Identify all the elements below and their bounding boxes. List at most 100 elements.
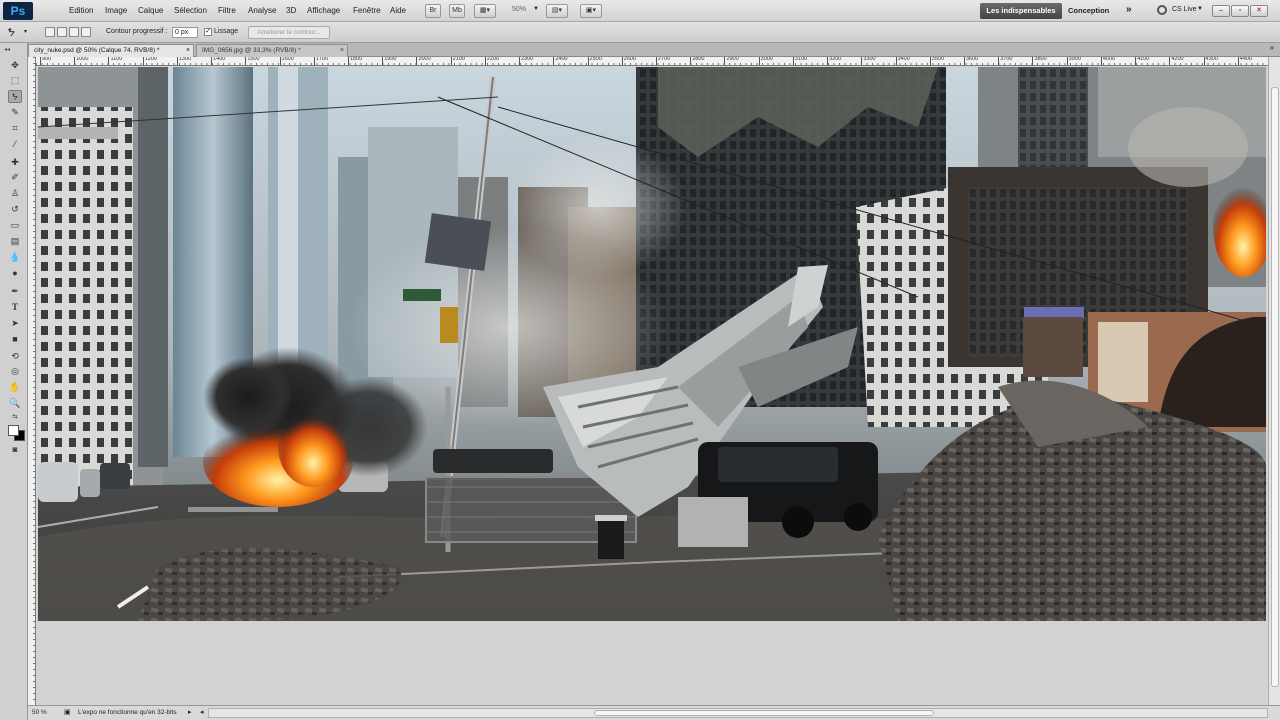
tab-close-icon[interactable]: × [340, 45, 344, 57]
menu-filtre[interactable]: Filtre [218, 6, 236, 15]
tab-close-icon[interactable]: × [186, 45, 190, 57]
document-image[interactable] [38, 67, 1266, 621]
eraser-tool-icon[interactable]: ▭ [8, 219, 22, 232]
menu-aide[interactable]: Aide [390, 6, 406, 15]
status-menu-arrow-icon[interactable]: ▸ [188, 708, 192, 716]
ruler-tick-label: 3400 [895, 57, 910, 65]
tab-city-nuke[interactable]: city_nuke.psd @ 50% (Calque 74, RVB/8) *… [28, 44, 194, 57]
history-brush-tool-icon[interactable]: ↺ [8, 203, 22, 216]
cs-live-icon[interactable] [1157, 5, 1167, 15]
status-zoom[interactable]: 50 % [32, 709, 47, 716]
menu-edition[interactable]: Edition [69, 6, 93, 15]
ruler-tick-label: 1700 [313, 57, 328, 65]
zoom-tool-icon[interactable]: 🔍 [8, 397, 22, 410]
menu-3d[interactable]: 3D [286, 6, 296, 15]
status-doc-icon[interactable]: ▣ [64, 708, 71, 716]
status-bar: 50 % ▣ L'expo ne fonctionne qu'en 32-bit… [28, 705, 1280, 720]
ruler-tick-label: 1000 [74, 57, 88, 65]
antialias-checkbox[interactable]: ✓ [204, 28, 212, 36]
vertical-ruler [28, 57, 36, 705]
arrange-documents-button[interactable]: ▤▾ [546, 4, 568, 18]
3d-orbit-tool-icon[interactable]: ◎ [8, 365, 22, 378]
ruler-tick-label: 2700 [656, 57, 670, 65]
shape-tool-icon[interactable]: ■ [8, 333, 22, 346]
menu-affichage[interactable]: Affichage [307, 6, 340, 15]
close-button[interactable]: ✕ [1250, 5, 1268, 17]
ruler-tick-label: 1400 [211, 57, 225, 65]
minimize-button[interactable]: – [1212, 5, 1230, 17]
healing-brush-tool-icon[interactable]: ✚ [8, 156, 22, 169]
gradient-tool-icon[interactable]: ▤ [8, 235, 22, 248]
feather-input[interactable]: 0 px [172, 27, 198, 38]
add-to-selection-icon[interactable] [57, 27, 67, 37]
zoom-level[interactable]: 50% [512, 6, 526, 13]
tab-label: IMG_0656.jpg @ 33,3% (RVB/8) * [202, 47, 301, 54]
brush-tool-icon[interactable]: ✐ [8, 171, 22, 184]
horizontal-scroll-thumb[interactable] [594, 710, 934, 716]
canvas-area[interactable] [37, 67, 1267, 705]
maximize-button[interactable]: ▫ [1231, 5, 1249, 17]
cs-live-chevron-down-icon[interactable]: ▼ [1197, 6, 1203, 12]
menu-calque[interactable]: Calque [138, 6, 163, 15]
path-selection-tool-icon[interactable]: ➤ [8, 317, 22, 330]
ruler-tick-label: 3200 [827, 57, 841, 65]
document-tab-bar: city_nuke.psd @ 50% (Calque 74, RVB/8) *… [28, 43, 1280, 57]
move-tool-icon[interactable]: ✥ [8, 59, 22, 72]
options-bar: ᖬ ▾ Contour progressif : 0 px ✓ Lissage … [0, 22, 1280, 43]
quick-mask-icon[interactable]: ◙ [8, 443, 22, 456]
hand-tool-icon[interactable]: ✋ [8, 381, 22, 394]
3d-rotate-tool-icon[interactable]: ⟲ [8, 350, 22, 363]
marquee-tool-icon[interactable]: ⬚ [8, 74, 22, 87]
ruler-tick-label: 1600 [279, 57, 294, 65]
bridge-button[interactable]: Br [425, 4, 441, 18]
vertical-scrollbar[interactable] [1268, 57, 1280, 705]
menu-selection[interactable]: Sélection [174, 6, 207, 15]
quick-selection-tool-icon[interactable]: ✎ [8, 106, 22, 119]
ruler-tick-label: 4200 [1169, 57, 1184, 65]
vertical-scroll-thumb[interactable] [1271, 87, 1279, 687]
horizontal-scrollbar[interactable] [208, 708, 1268, 718]
ruler-tick-label: 2600 [621, 57, 636, 65]
photoshop-logo: Ps [3, 2, 33, 20]
eyedropper-tool-icon[interactable]: ⁄ [8, 138, 22, 151]
ruler-tick-label: 2400 [553, 57, 568, 65]
workspace-design[interactable]: Conception [1068, 6, 1109, 15]
workspace-essentials[interactable]: Les indispensables [980, 3, 1062, 19]
crop-tool-icon[interactable]: ⌗ [8, 122, 22, 135]
new-selection-icon[interactable] [45, 27, 55, 37]
intersect-selection-icon[interactable] [81, 27, 91, 37]
workspace-more-button[interactable]: » [1126, 4, 1132, 15]
ruler-tick-label: 1500 [245, 57, 260, 65]
blur-tool-icon[interactable]: 💧 [8, 251, 22, 264]
dodge-tool-icon[interactable]: ● [8, 267, 22, 280]
ruler-tick-label: 2100 [450, 57, 465, 65]
type-tool-icon[interactable]: T [8, 301, 22, 314]
swap-colors-icon[interactable]: ⇆ [8, 411, 22, 424]
tab-label: city_nuke.psd @ 50% (Calque 74, RVB/8) * [34, 47, 160, 54]
tools-collapse-icon[interactable]: ◂◂ [4, 46, 10, 53]
mini-bridge-button[interactable]: Mb [449, 4, 465, 18]
foreground-color-swatch[interactable] [8, 425, 19, 436]
menu-image[interactable]: Image [105, 6, 127, 15]
screen-mode-button[interactable]: ▣▾ [580, 4, 602, 18]
menu-fenetre[interactable]: Fenêtre [353, 6, 381, 15]
ruler-tick-label: 1300 [176, 57, 191, 65]
subtract-from-selection-icon[interactable] [69, 27, 79, 37]
menu-analyse[interactable]: Analyse [248, 6, 276, 15]
ruler-tick-label: 3500 [929, 57, 944, 65]
tabs-overflow-icon[interactable]: » [1270, 43, 1274, 52]
pen-tool-icon[interactable]: ✒ [8, 285, 22, 298]
cs-live-menu[interactable]: CS Live [1172, 6, 1197, 13]
refine-edge-button[interactable]: Améliorer le contour... [248, 26, 330, 39]
preset-chevron-down-icon[interactable]: ▾ [24, 28, 27, 35]
lasso-tool-icon[interactable]: ᖬ [8, 90, 22, 103]
zoom-chevron-down-icon[interactable]: ▼ [533, 6, 539, 12]
clone-stamp-tool-icon[interactable]: ♙ [8, 187, 22, 200]
ruler-tick-label: 2800 [690, 57, 704, 65]
scroll-left-icon[interactable]: ◂ [200, 708, 204, 716]
horizontal-ruler: 900 1000 1100 1200 1300 1400 1500 1600 1700 1800 1… [36, 57, 1268, 66]
tab-img-0656[interactable]: IMG_0656.jpg @ 33,3% (RVB/8) * × [196, 44, 348, 57]
ruler-tick-label: 2300 [519, 57, 533, 65]
view-extras-button[interactable]: ▦▾ [474, 4, 496, 18]
lasso-tool-preset-icon[interactable]: ᖬ [8, 26, 15, 39]
